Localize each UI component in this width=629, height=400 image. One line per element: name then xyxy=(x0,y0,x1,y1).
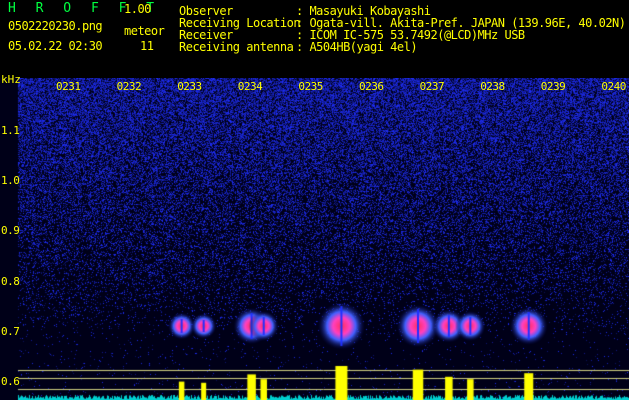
spectrogram-canvas xyxy=(0,78,629,400)
time-tick-label: 0238 xyxy=(480,80,505,93)
antenna-label: Receiving antenna xyxy=(179,40,294,54)
meteor-label: meteor xyxy=(124,24,165,38)
frequency-tick-label: 0.7 xyxy=(1,324,20,338)
frequency-tick-label: 0.8 xyxy=(1,274,20,288)
time-tick-label: 0235 xyxy=(298,80,323,93)
time-tick-label: 0233 xyxy=(177,80,202,93)
frequency-tick-label: 0.9 xyxy=(1,224,20,238)
frequency-tick-label: 1.0 xyxy=(1,174,20,188)
meteor-count: 11 xyxy=(140,39,154,53)
frequency-tick-label: 0.6 xyxy=(1,375,20,388)
frequency-tick-label: 1.1 xyxy=(1,124,20,137)
time-tick-label: 0240 xyxy=(601,80,626,93)
time-tick-label: 0234 xyxy=(237,80,263,93)
time-tick-label: 0231 xyxy=(56,80,81,93)
observation-datetime: 05.02.22 02:30 xyxy=(8,39,103,53)
time-tick-label: 0236 xyxy=(359,80,384,93)
image-filename: 0502220230.png xyxy=(8,19,103,33)
app-version: 1.00 xyxy=(124,2,151,16)
frequency-unit-label: kHz xyxy=(1,73,21,86)
time-tick-label: 0239 xyxy=(540,80,566,93)
antenna-value: : A504HB(yagi 4el) xyxy=(296,40,418,54)
time-tick-label: 0237 xyxy=(419,80,445,93)
time-tick-label: 0232 xyxy=(116,80,142,93)
